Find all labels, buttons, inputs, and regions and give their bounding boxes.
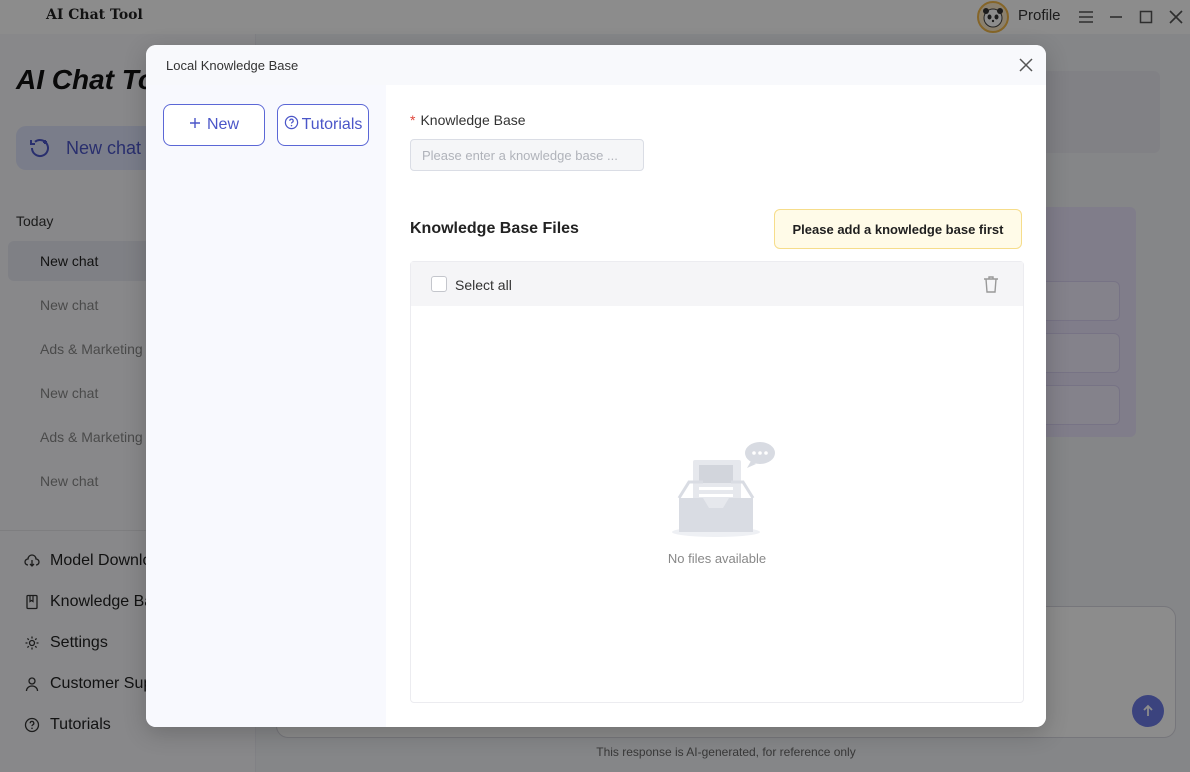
new-button-label: New — [206, 116, 239, 133]
empty-inbox-icon — [671, 438, 781, 538]
files-panel: Select all No files available — [410, 261, 1024, 703]
empty-state-text: No files available — [667, 551, 767, 566]
knowledge-base-detail-panel: *Knowledge Base Knowledge Base Files Ple… — [386, 85, 1046, 727]
dialog-title: Local Knowledge Base — [166, 58, 299, 73]
knowledge-base-label: * Knowledge Base — [410, 112, 526, 128]
tutorials-button[interactable]: Tutorials — [277, 104, 369, 146]
tutorials-button-label: Tutorials — [301, 116, 363, 133]
select-all-label[interactable]: Select all — [455, 277, 512, 293]
select-all-checkbox[interactable] — [431, 276, 447, 292]
close-icon[interactable] — [1016, 55, 1036, 75]
required-mark: * — [410, 112, 416, 128]
new-knowledge-base-button[interactable]: New — [163, 104, 265, 146]
dialog-header: Local Knowledge Base — [146, 45, 1046, 85]
help-circle-icon — [284, 115, 299, 135]
knowledge-base-dialog: Local Knowledge Base New Tutorials * Know… — [146, 45, 1046, 727]
plus-icon — [189, 116, 201, 134]
knowledge-base-label-text: Knowledge Base — [420, 112, 526, 128]
trash-icon[interactable] — [981, 274, 1001, 294]
files-section-title: Knowledge Base Files — [410, 220, 579, 237]
knowledge-base-list-panel: New Tutorials — [146, 85, 386, 727]
add-knowledge-base-notice: Please add a knowledge base first — [774, 209, 1022, 249]
knowledge-base-name-input[interactable] — [410, 139, 644, 171]
files-panel-header: Select all — [411, 262, 1023, 306]
